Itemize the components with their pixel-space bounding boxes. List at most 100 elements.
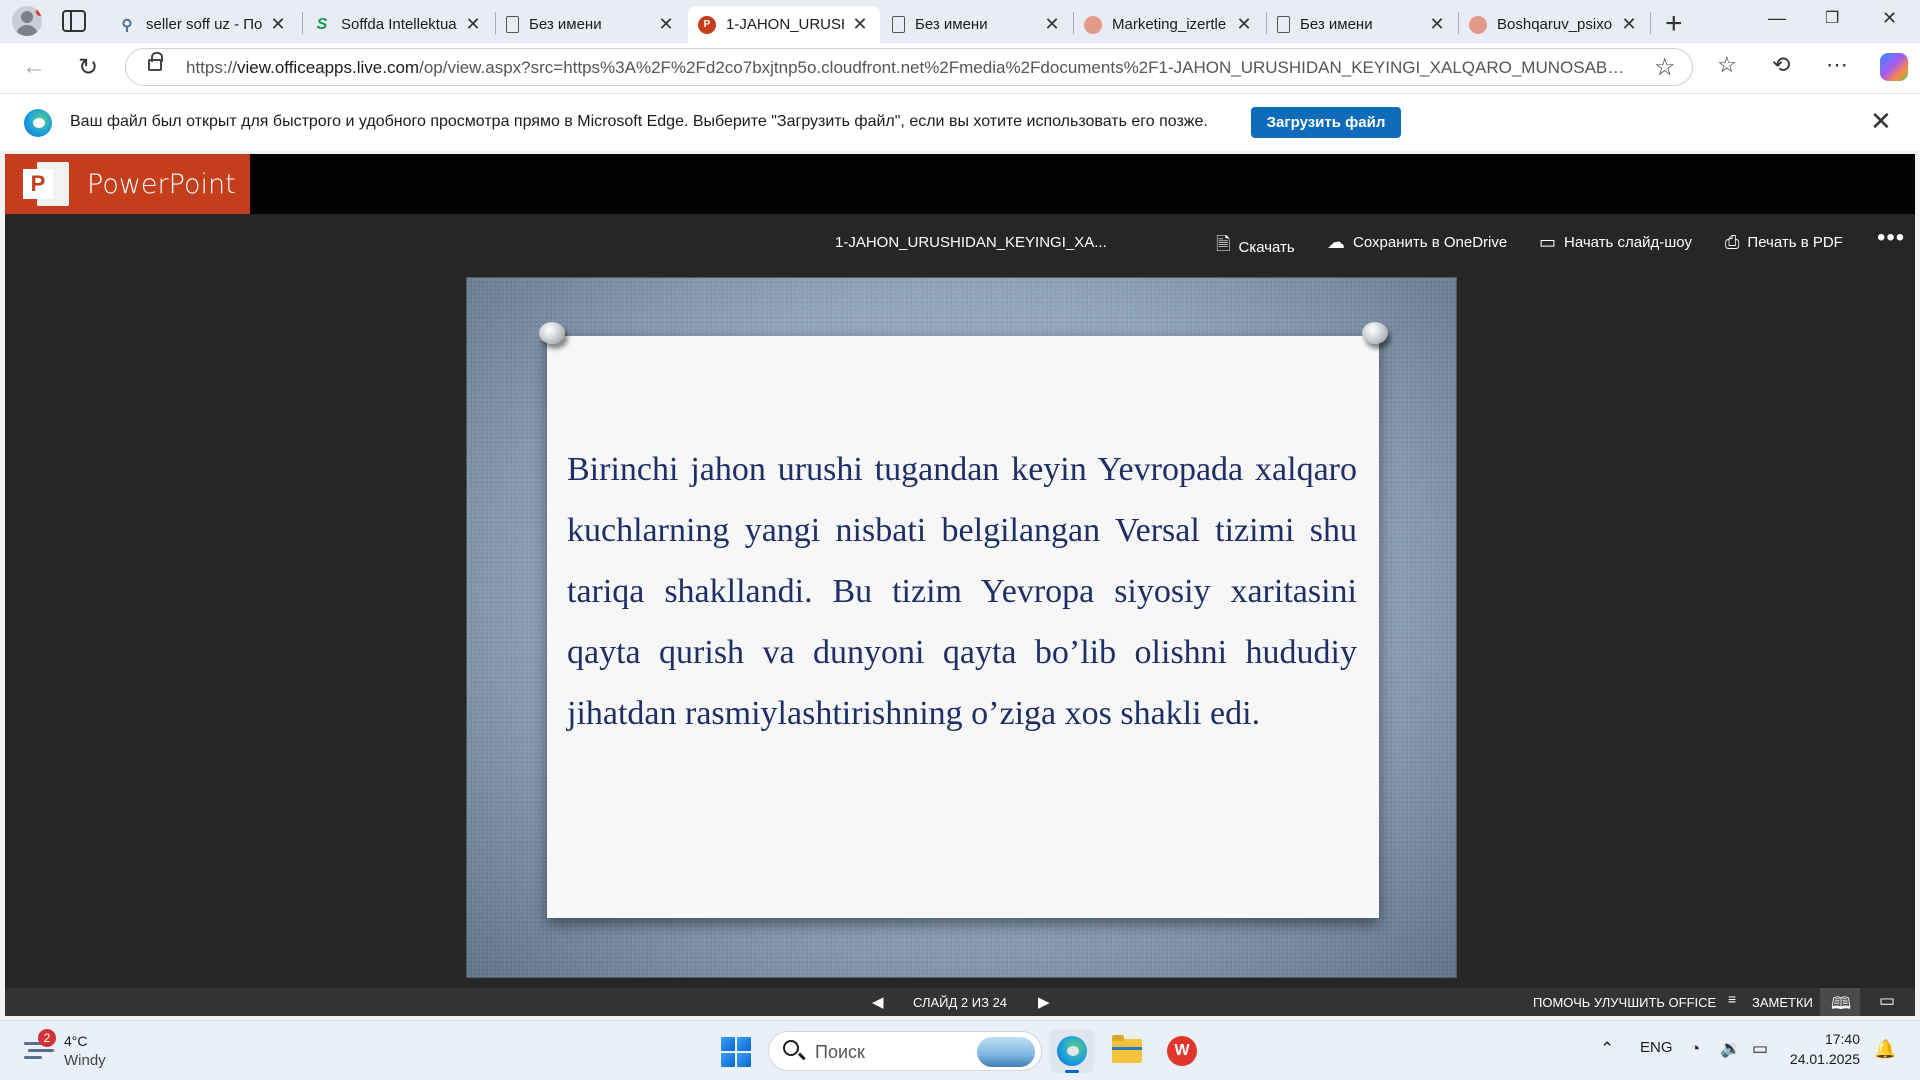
reading-view-button[interactable]: 🕮 bbox=[1820, 988, 1860, 1016]
new-tab-button[interactable]: + bbox=[1665, 7, 1683, 41]
search-icon bbox=[783, 1040, 799, 1056]
soff-logo-icon: S bbox=[316, 15, 328, 33]
close-tab-icon[interactable]: ✕ bbox=[1427, 14, 1447, 35]
weather-temperature[interactable]: 4°C bbox=[64, 1033, 88, 1049]
taskbar-edge[interactable] bbox=[1050, 1029, 1094, 1073]
clock-time[interactable]: 17:40 bbox=[1780, 1031, 1860, 1047]
ppt-command-bar: 1-JAHON_URUSHIDAN_KEYINGI_XA... 🗎 Скачат… bbox=[5, 214, 1915, 271]
notification-dot bbox=[36, 8, 42, 16]
notes-icon: ≡ bbox=[1728, 991, 1737, 1007]
powerpoint-icon: P bbox=[698, 15, 716, 34]
battery-icon[interactable]: ▭ bbox=[1752, 1039, 1768, 1059]
edge-logo-icon bbox=[24, 109, 52, 137]
lock-icon[interactable] bbox=[148, 52, 163, 71]
tab-seller-soff[interactable]: ⚲ seller soff uz - По ✕ bbox=[108, 6, 298, 43]
powerpoint-logo-icon: P bbox=[23, 162, 69, 206]
slideshow-icon: ▭ bbox=[1539, 232, 1557, 252]
notification-bell-icon[interactable]: 🔔 bbox=[1874, 1039, 1896, 1060]
wps-office-icon: W bbox=[1167, 1036, 1197, 1066]
language-indicator[interactable]: ENG bbox=[1640, 1039, 1673, 1056]
slideshow-view-icon[interactable]: ▭ bbox=[1879, 991, 1895, 1011]
favorite-star-icon[interactable]: ☆ bbox=[1654, 53, 1676, 82]
weather-description[interactable]: Windy bbox=[64, 1052, 106, 1069]
tab-actions-icon[interactable] bbox=[62, 10, 86, 32]
history-icon[interactable]: ⟲ bbox=[1772, 52, 1790, 78]
slide-body-text: Birinchi jahon urushi tugandan keyin Yev… bbox=[567, 451, 1357, 732]
tab-strip: ⚲ seller soff uz - По ✕ S Soffda Intelle… bbox=[0, 0, 1920, 43]
notes-button[interactable]: ЗАМЕТКИ bbox=[1752, 995, 1813, 1010]
close-window-icon[interactable]: ✕ bbox=[1882, 8, 1897, 29]
restore-icon[interactable]: ❐ bbox=[1825, 8, 1839, 28]
address-bar[interactable]: https://view.officeapps.live.com/op/view… bbox=[125, 48, 1693, 86]
tab-jahon-urush[interactable]: P 1-JAHON_URUSH ✕ bbox=[688, 6, 880, 43]
pushpin-icon bbox=[1362, 322, 1388, 344]
next-slide-icon[interactable]: ▶ bbox=[1038, 993, 1050, 1011]
tab-untitled-3[interactable]: Без имени ✕ bbox=[1267, 6, 1457, 43]
taskbar-search[interactable]: Поиск bbox=[768, 1031, 1042, 1071]
slide-paper: Birinchi jahon urushi tugandan keyin Yev… bbox=[547, 336, 1379, 918]
tab-untitled-1[interactable]: Без имени ✕ bbox=[496, 6, 686, 43]
close-tab-icon[interactable]: ✕ bbox=[463, 14, 483, 35]
ppt-status-bar: ◀ СЛАЙД 2 ИЗ 24 ▶ ПОМОЧЬ УЛУЧШИТЬ OFFICE… bbox=[5, 988, 1915, 1016]
taskbar-file-explorer[interactable] bbox=[1105, 1029, 1149, 1073]
powerpoint-icon bbox=[1469, 15, 1487, 34]
start-button[interactable] bbox=[721, 1037, 751, 1067]
app-name: PowerPoint bbox=[87, 168, 236, 200]
back-arrow-icon[interactable]: ← bbox=[22, 53, 46, 81]
document-title: 1-JAHON_URUSHIDAN_KEYINGI_XA... bbox=[835, 234, 1107, 251]
document-icon bbox=[1277, 16, 1290, 33]
download-button[interactable]: 🗎 Скачать bbox=[1216, 232, 1295, 262]
profile-avatar[interactable] bbox=[12, 6, 42, 36]
clock-date[interactable]: 24.01.2025 bbox=[1780, 1051, 1860, 1067]
pushpin-icon bbox=[539, 322, 565, 344]
powerpoint-icon bbox=[1084, 15, 1102, 34]
more-options-icon[interactable]: ••• bbox=[1877, 224, 1905, 252]
taskbar-wps[interactable]: W bbox=[1160, 1029, 1204, 1073]
ppt-brand[interactable]: P PowerPoint bbox=[5, 154, 250, 214]
volume-icon[interactable]: 🔉 bbox=[1720, 1039, 1741, 1059]
info-message: Ваш файл был открыт для быстрого и удобн… bbox=[70, 113, 1208, 130]
close-tab-icon[interactable]: ✕ bbox=[1042, 14, 1062, 35]
reading-view-icon: 🕮 bbox=[1831, 994, 1852, 1013]
slide-canvas[interactable]: Birinchi jahon urushi tugandan keyin Yev… bbox=[466, 277, 1457, 978]
slide-counter: СЛАЙД 2 ИЗ 24 bbox=[913, 995, 1008, 1010]
edge-info-bar: Ваш файл был открыт для быстрого и удобн… bbox=[0, 93, 1920, 151]
download-icon: 🗎 bbox=[1216, 234, 1231, 254]
close-tab-icon[interactable]: ✕ bbox=[1619, 14, 1639, 35]
close-infobar-icon[interactable]: ✕ bbox=[1870, 106, 1892, 137]
print-pdf-button[interactable]: ⎙ Печать в PDF bbox=[1725, 232, 1843, 253]
document-icon bbox=[892, 16, 905, 33]
tab-marketing[interactable]: Marketing_izertle ✕ bbox=[1074, 6, 1264, 43]
tab-untitled-2[interactable]: Без имени ✕ bbox=[882, 6, 1072, 43]
favorites-icon[interactable]: ☆ bbox=[1717, 52, 1737, 78]
close-tab-icon[interactable]: ✕ bbox=[850, 14, 870, 35]
search-highlight-image bbox=[977, 1037, 1035, 1067]
wifi-icon[interactable]: ◔ bbox=[1690, 1039, 1700, 1059]
previous-slide-icon[interactable]: ◀ bbox=[872, 993, 884, 1011]
more-menu-icon[interactable]: ⋯ bbox=[1826, 52, 1850, 78]
url-text[interactable]: https://view.officeapps.live.com/op/view… bbox=[186, 58, 1631, 78]
save-onedrive-button[interactable]: ☁ Сохранить в OneDrive bbox=[1327, 232, 1507, 253]
download-file-button[interactable]: Загрузить файл bbox=[1251, 107, 1401, 138]
tab-soffda[interactable]: S Soffda Intellektua ✕ bbox=[303, 6, 493, 43]
folder-icon bbox=[1112, 1035, 1142, 1063]
windows-taskbar: 2 4°C Windy Поиск W ⌃ ENG ◔ 🔉 ▭ 17:40 24… bbox=[0, 1020, 1920, 1080]
refresh-icon[interactable]: ↻ bbox=[78, 53, 98, 82]
powerpoint-viewer: P PowerPoint 1-JAHON_URUSHIDAN_KEYINGI_X… bbox=[5, 154, 1915, 1016]
document-icon bbox=[506, 16, 519, 33]
printer-icon: ⎙ bbox=[1725, 232, 1740, 252]
close-tab-icon[interactable]: ✕ bbox=[1234, 14, 1254, 35]
minimize-icon[interactable]: — bbox=[1768, 8, 1786, 29]
browser-toolbar: ← ↻ https://view.officeapps.live.com/op/… bbox=[0, 43, 1920, 93]
tab-boshqaruv[interactable]: Boshqaruv_psixol ✕ bbox=[1459, 6, 1649, 43]
copilot-icon[interactable] bbox=[1880, 53, 1908, 81]
ppt-header: P PowerPoint bbox=[5, 154, 1915, 214]
close-tab-icon[interactable]: ✕ bbox=[656, 14, 676, 35]
show-hidden-icons[interactable]: ⌃ bbox=[1600, 1039, 1614, 1059]
start-slideshow-button[interactable]: ▭ Начать слайд-шоу bbox=[1539, 232, 1692, 253]
help-improve-office-link[interactable]: ПОМОЧЬ УЛУЧШИТЬ OFFICE bbox=[1533, 995, 1716, 1010]
close-tab-icon[interactable]: ✕ bbox=[268, 14, 288, 35]
cloud-icon: ☁ bbox=[1327, 232, 1345, 252]
edge-icon bbox=[1057, 1036, 1087, 1066]
search-icon: ⚲ bbox=[121, 16, 133, 34]
